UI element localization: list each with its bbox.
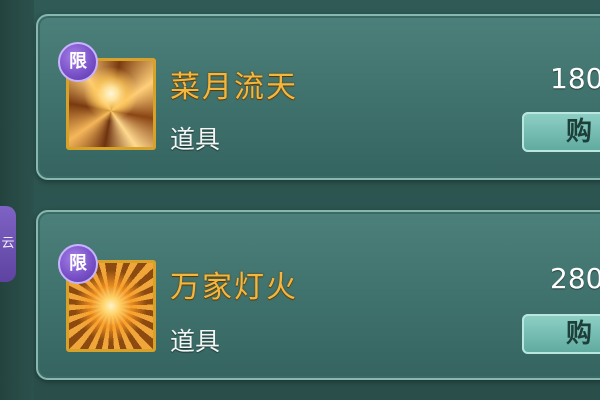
item-price: 180 [550, 62, 600, 95]
item-type: 道具 [170, 327, 221, 356]
item-price: 280 [550, 262, 600, 295]
item-name: 万家灯火 [170, 270, 298, 305]
limited-badge: 限 [58, 244, 98, 284]
item-type: 道具 [170, 125, 221, 154]
left-sidebar [0, 0, 34, 400]
item-name: 菜月流天 [170, 70, 298, 105]
shop-item-card[interactable]: 限 菜月流天 道具 180 购 [36, 14, 600, 180]
buy-button[interactable]: 购 [522, 112, 600, 152]
side-tab[interactable]: 云 [0, 206, 16, 282]
buy-button[interactable]: 购 [522, 314, 600, 354]
shop-item-card[interactable]: 限 万家灯火 道具 280 购 [36, 210, 600, 380]
limited-badge: 限 [58, 42, 98, 82]
